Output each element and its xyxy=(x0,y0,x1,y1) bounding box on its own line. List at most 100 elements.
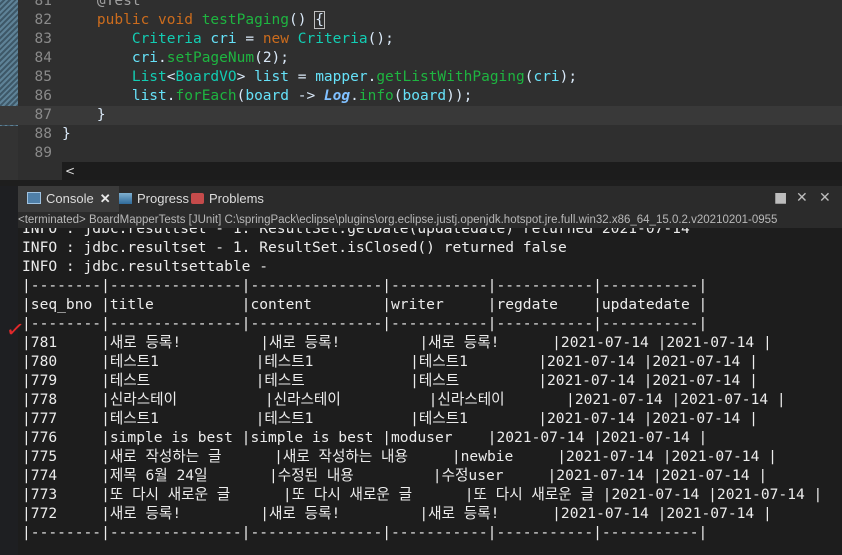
code-token: -> xyxy=(289,88,324,104)
left-rail xyxy=(0,186,18,555)
check-mark-annotation: ✓ xyxy=(4,316,27,345)
console-line: |--------|---------------|--------------… xyxy=(22,315,708,332)
line-number: 83 xyxy=(34,31,52,47)
code-token: (2); xyxy=(254,50,290,66)
line-number: 87 xyxy=(34,107,52,123)
code-text: public void testPaging() { xyxy=(62,11,325,30)
code-line: 87 } xyxy=(0,106,842,125)
problems-icon xyxy=(191,193,204,204)
console-line: INFO : jdbc.resultset - 1. ResultSet.get… xyxy=(22,228,690,237)
tab-console[interactable]: Console ✕ xyxy=(18,186,119,212)
scroll-left-arrow-icon[interactable]: < xyxy=(65,164,75,178)
code-line: 84 cri.setPageNum(2); xyxy=(0,49,842,68)
code-text: list.forEach(board -> Log.info(board)); xyxy=(62,87,473,106)
code-text: List<BoardVO> list = mapper.getListWithP… xyxy=(62,68,577,87)
console-line: |--------|---------------|--------------… xyxy=(22,524,708,541)
code-token: < xyxy=(166,69,176,85)
tab-console-label: Console xyxy=(46,191,94,206)
code-token: cri xyxy=(533,69,560,85)
console-line: INFO : jdbc.resultsettable - xyxy=(22,258,269,275)
code-token: getListWithPaging xyxy=(376,69,525,85)
console-line: |775 |새로 작성하는 글 |새로 작성하는 내용 |newbie |202… xyxy=(22,448,777,465)
horizontal-scrollbar[interactable]: < xyxy=(62,162,842,180)
tab-progress-label: Progress xyxy=(137,191,190,206)
code-token: void xyxy=(158,12,193,28)
code-line: 82 public void testPaging() { xyxy=(0,11,842,30)
code-line: 86 list.forEach(board -> Log.info(board)… xyxy=(0,87,842,106)
console-line: |779 |테스트 |테스트 |테스트 |2021-07-14 |2021-07… xyxy=(22,372,758,389)
code-token: Criteria xyxy=(297,31,368,47)
line-number: 89 xyxy=(34,145,52,161)
console-line: |seq_bno |title |content |writer |regdat… xyxy=(22,296,708,313)
line-number: 88 xyxy=(34,126,52,142)
code-token: info xyxy=(358,88,394,104)
code-token: forEach xyxy=(175,88,237,104)
console-line: |776 |simple is best |simple is best |mo… xyxy=(22,429,708,446)
line-number: 85 xyxy=(34,69,52,85)
code-token: . xyxy=(350,88,359,104)
remove-all-terminated-icon[interactable]: ✕ xyxy=(819,190,831,206)
console-line: INFO : jdbc.resultset - 1. ResultSet.isC… xyxy=(22,239,567,256)
code-token: { xyxy=(314,11,325,29)
code-line: 85 List<BoardVO> list = mapper.getListWi… xyxy=(0,68,842,87)
code-token: > xyxy=(236,69,255,85)
code-token: BoardVO xyxy=(175,69,237,85)
console-line: |772 |새로 등록! |새로 등록! |새로 등록! |2021-07-14… xyxy=(22,505,772,522)
code-token: () xyxy=(289,12,316,28)
code-text: } xyxy=(62,125,71,144)
terminate-icon[interactable]: ■ xyxy=(774,190,787,206)
code-token: } xyxy=(62,126,71,142)
console-line: |778 |신라스테이 |신라스테이 |신라스테이 |2021-07-14 |2… xyxy=(22,391,786,408)
code-token: ( xyxy=(393,88,403,104)
code-token: = xyxy=(236,31,263,47)
code-token: = xyxy=(289,69,316,85)
code-line: 89 xyxy=(0,144,842,163)
close-icon[interactable]: ✕ xyxy=(100,191,111,206)
code-text: @Test xyxy=(62,0,141,11)
code-token: list xyxy=(254,69,289,85)
tab-problems-label: Problems xyxy=(209,191,264,206)
code-editor[interactable]: 81 @Test 82 public void testPaging() {83 … xyxy=(0,0,842,180)
console-line: |780 |테스트1 |테스트1 |테스트1 |2021-07-14 |2021… xyxy=(22,353,758,370)
code-line: 81 @Test xyxy=(0,0,842,11)
console-line: |777 |테스트1 |테스트1 |테스트1 |2021-07-14 |2021… xyxy=(22,410,758,427)
code-token: board xyxy=(402,88,447,104)
code-token: list xyxy=(131,88,167,104)
progress-icon xyxy=(119,193,132,204)
remove-launch-icon[interactable]: ✕ xyxy=(796,190,808,206)
tab-progress[interactable]: Progress xyxy=(119,186,194,212)
code-token: testPaging xyxy=(201,12,290,28)
console-line: |--------|---------------|--------------… xyxy=(22,277,708,294)
code-token: )); xyxy=(446,88,473,104)
tab-problems[interactable]: Problems xyxy=(191,186,271,212)
console-line: |773 |또 다시 새로운 글 |또 다시 새로운 글 |또 다시 새로운 글… xyxy=(22,486,823,503)
code-token: . xyxy=(166,88,176,104)
code-token: . xyxy=(158,50,167,66)
line-number: 84 xyxy=(34,50,52,66)
code-text: Criteria cri = new Criteria(); xyxy=(62,30,394,49)
code-token: new xyxy=(262,31,290,47)
view-tab-bar: Console ✕ Progress Problems ■ ✕ ✕ ⋮ xyxy=(18,186,842,212)
code-text: cri.setPageNum(2); xyxy=(62,49,289,68)
console-line: |781 |새로 등록! |새로 등록! |새로 등록! |2021-07-14… xyxy=(22,334,772,351)
view-menu-icon[interactable]: ⋮ xyxy=(836,190,842,206)
code-token: mapper xyxy=(315,69,368,85)
line-number: 86 xyxy=(34,88,52,104)
code-token: Criteria xyxy=(131,31,202,47)
console-output[interactable]: INFO : jdbc.resultset - 1. ResultSet.get… xyxy=(18,228,842,555)
console-status-line: <terminated> BoardMapperTests [JUnit] C:… xyxy=(18,212,842,228)
line-number: 81 xyxy=(34,0,52,9)
code-text: } xyxy=(62,106,106,125)
code-token: (); xyxy=(367,31,394,47)
code-line: 83 Criteria cri = new Criteria(); xyxy=(0,30,842,49)
console-icon xyxy=(27,192,41,204)
console-line: |774 |제목 6월 24일 |수정된 내용 |수정user |2021-07… xyxy=(22,467,768,484)
